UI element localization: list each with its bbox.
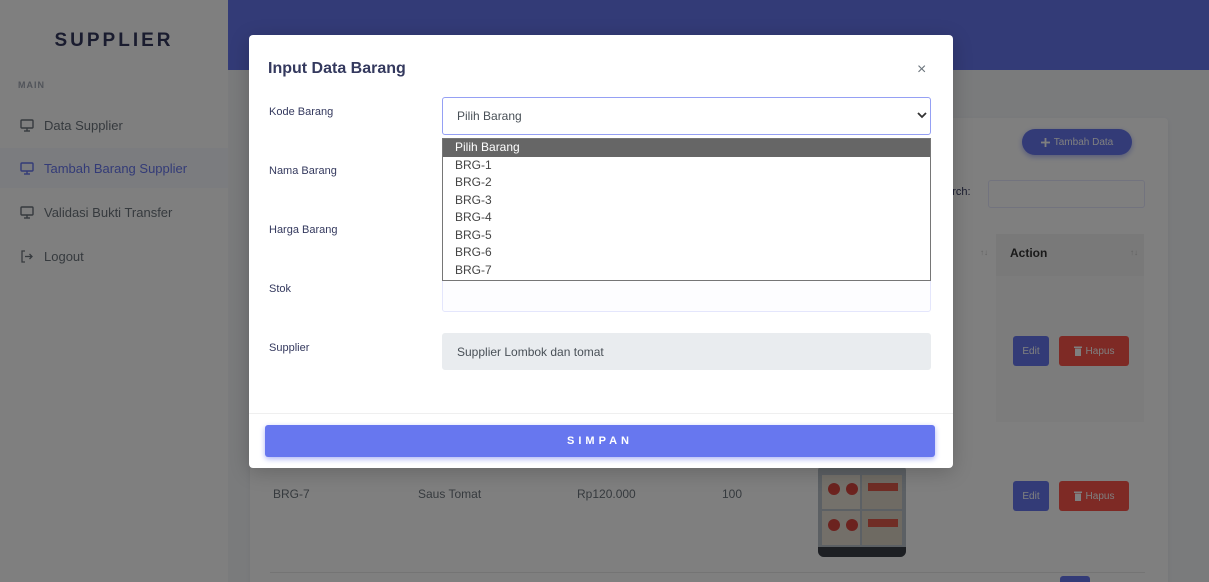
option-brg-2[interactable]: BRG-2 bbox=[443, 174, 930, 192]
kode-barang-select[interactable]: Pilih Barang bbox=[442, 97, 931, 135]
save-label: SIMPAN bbox=[567, 435, 633, 447]
option-brg-4[interactable]: BRG-4 bbox=[443, 209, 930, 227]
label-harga-barang: Harga Barang bbox=[269, 224, 338, 236]
label-nama-barang: Nama Barang bbox=[269, 165, 337, 177]
chevron-down-icon[interactable] bbox=[917, 112, 927, 119]
label-stok: Stok bbox=[269, 283, 292, 295]
label-supplier: Supplier bbox=[269, 342, 310, 354]
save-button[interactable]: SIMPAN bbox=[265, 425, 935, 457]
label-kode-barang: Kode Barang bbox=[269, 106, 334, 118]
supplier-input: Supplier Lombok dan tomat bbox=[442, 333, 931, 370]
option-brg-7[interactable]: BRG-7 bbox=[443, 262, 930, 280]
kode-barang-selected: Pilih Barang bbox=[457, 109, 522, 123]
option-brg-5[interactable]: BRG-5 bbox=[443, 227, 930, 245]
option-brg-6[interactable]: BRG-6 bbox=[443, 244, 930, 262]
option-brg-1[interactable]: BRG-1 bbox=[443, 157, 930, 175]
supplier-value: Supplier Lombok dan tomat bbox=[457, 345, 604, 359]
close-icon[interactable]: × bbox=[917, 61, 926, 79]
option-pilih-barang[interactable]: Pilih Barang bbox=[443, 139, 930, 157]
option-brg-3[interactable]: BRG-3 bbox=[443, 192, 930, 210]
kode-barang-options: Pilih Barang BRG-1 BRG-2 BRG-3 BRG-4 BRG… bbox=[442, 138, 931, 281]
modal-footer-divider bbox=[249, 413, 953, 414]
modal-title: Input Data Barang bbox=[268, 60, 406, 77]
